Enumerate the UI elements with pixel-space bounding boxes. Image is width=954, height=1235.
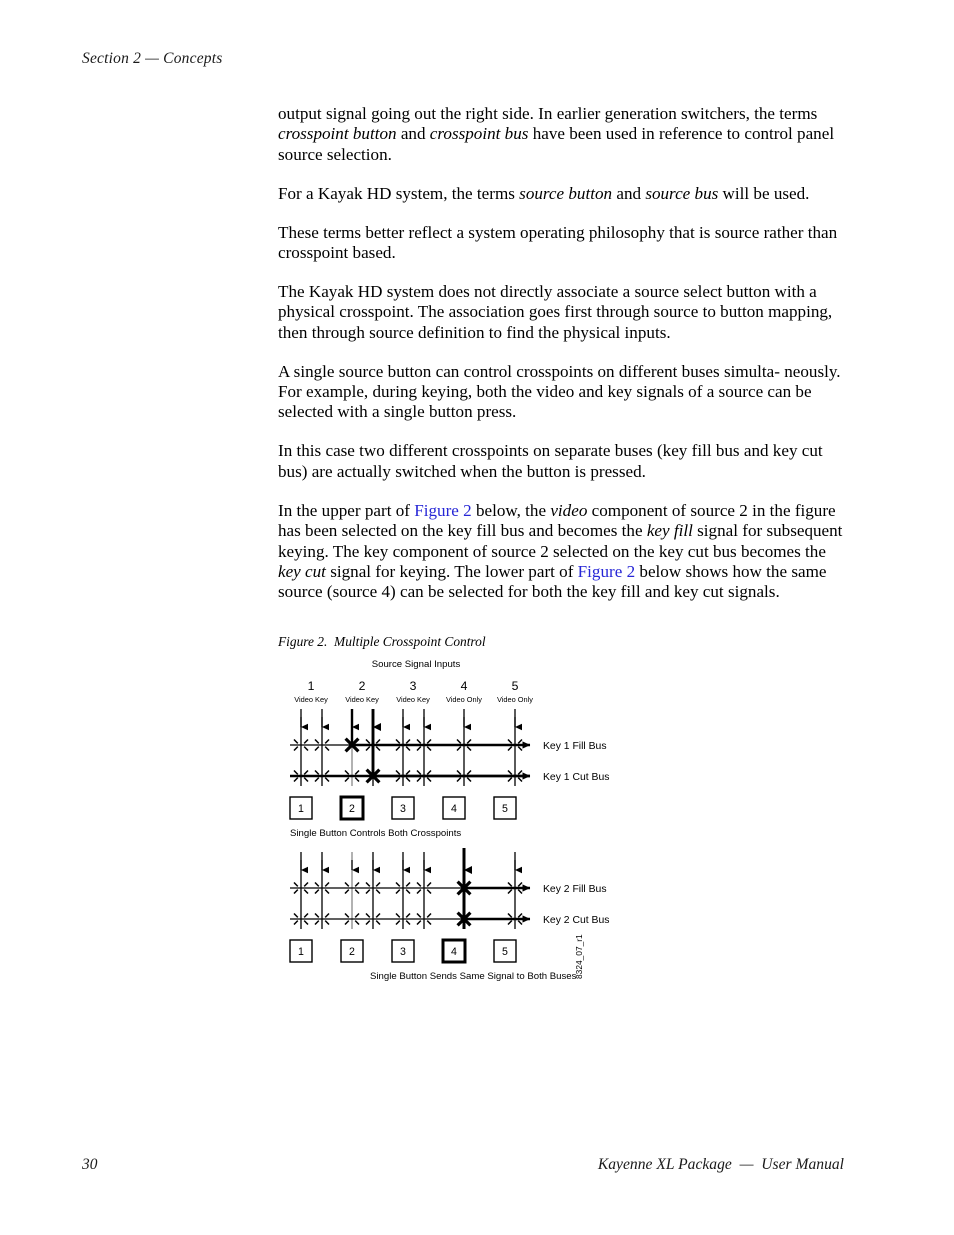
lower-diagram: Key 2 Fill Bus Key 2 Cut Bus 1 2 3 4 5 S… <box>289 848 609 982</box>
source-button-4-label-lower: 4 <box>451 946 457 958</box>
lower-button-row: 1 2 3 4 5 <box>289 938 517 964</box>
source-number-1: 1 <box>308 679 315 693</box>
bus-label-key2-cut: Key 2 Cut Bus <box>543 915 609 926</box>
term-crosspoint-button: crosspoint button <box>278 124 397 144</box>
source-number-2: 2 <box>359 679 366 693</box>
term-source-bus: source bus <box>645 183 719 203</box>
source-number-4: 4 <box>461 679 468 693</box>
figure-cross-reference-1[interactable]: Figure 2 <box>414 501 471 520</box>
upper-diagram: Key 1 Fill Bus Key 1 Cut Bus 1 2 3 4 5 S… <box>289 709 609 839</box>
lower-diagram-caption: Single Button Sends Same Signal to Both … <box>370 971 577 982</box>
term-key-cut: key cut <box>278 561 326 581</box>
source-sublabel-2: Video Key <box>345 695 379 704</box>
page-number: 30 <box>82 1156 98 1173</box>
bus-label-key1-cut: Key 1 Cut Bus <box>543 772 609 783</box>
source-button-1-label: 1 <box>298 803 304 815</box>
source-button-1-label-lower: 1 <box>298 946 304 958</box>
source-button-2-label: 2 <box>349 803 355 815</box>
running-head: Section 2 — Concepts <box>82 50 223 67</box>
bus-label-key2-fill: Key 2 Fill Bus <box>543 884 607 895</box>
upper-diagram-caption: Single Button Controls Both Crosspoints <box>290 828 461 839</box>
source-sublabel-4: Video Only <box>446 695 482 704</box>
source-button-5-label-lower: 5 <box>502 946 508 958</box>
source-number-5: 5 <box>512 679 519 693</box>
term-crosspoint-bus: crosspoint bus <box>429 124 529 144</box>
term-source-button: source button <box>519 183 613 203</box>
bus-label-key1-fill: Key 1 Fill Bus <box>543 741 607 752</box>
source-button-2-label-lower: 2 <box>349 946 355 958</box>
figure-cross-reference-2[interactable]: Figure 2 <box>578 562 635 581</box>
paragraph-2: For a Kayak HD system, the terms source … <box>278 183 810 203</box>
paragraph-4: The Kayak HD system does not directly as… <box>278 281 833 342</box>
source-sublabel-5: Video Only <box>497 695 533 704</box>
source-button-5-label: 5 <box>502 803 508 815</box>
figure-header-title: Source Signal Inputs <box>372 659 461 670</box>
body-text-column: output signal going out the right side. … <box>278 104 844 603</box>
footer-document-title: Kayenne XL Package — User Manual <box>597 1156 844 1173</box>
paragraph-7: In the upper part of Figure 2 below, the… <box>278 500 843 602</box>
artwork-code: 8324_07_r1 <box>574 934 584 979</box>
figure-artwork: Source Signal Inputs 1 2 3 4 5 Video Key… <box>278 655 618 1000</box>
paragraph-1: output signal going out the right side. … <box>278 104 835 164</box>
paragraph-6: In this case two different crosspoints o… <box>278 441 823 481</box>
term-key-fill: key fill <box>646 521 693 541</box>
paragraph-3: These terms better reflect a system oper… <box>278 222 838 263</box>
source-number-3: 3 <box>410 679 417 693</box>
figure-caption: Figure 2. Multiple Crosspoint Control <box>278 634 486 649</box>
source-sublabel-1: Video Key <box>294 695 328 704</box>
term-video: video <box>550 500 588 520</box>
source-button-4-label: 4 <box>451 803 457 815</box>
source-button-3-label-lower: 3 <box>400 946 406 958</box>
upper-button-row: 1 2 3 4 5 <box>289 795 517 821</box>
source-sublabel-3: Video Key <box>396 695 430 704</box>
paragraph-5: A single source button can control cross… <box>278 361 841 422</box>
source-button-3-label: 3 <box>400 803 406 815</box>
